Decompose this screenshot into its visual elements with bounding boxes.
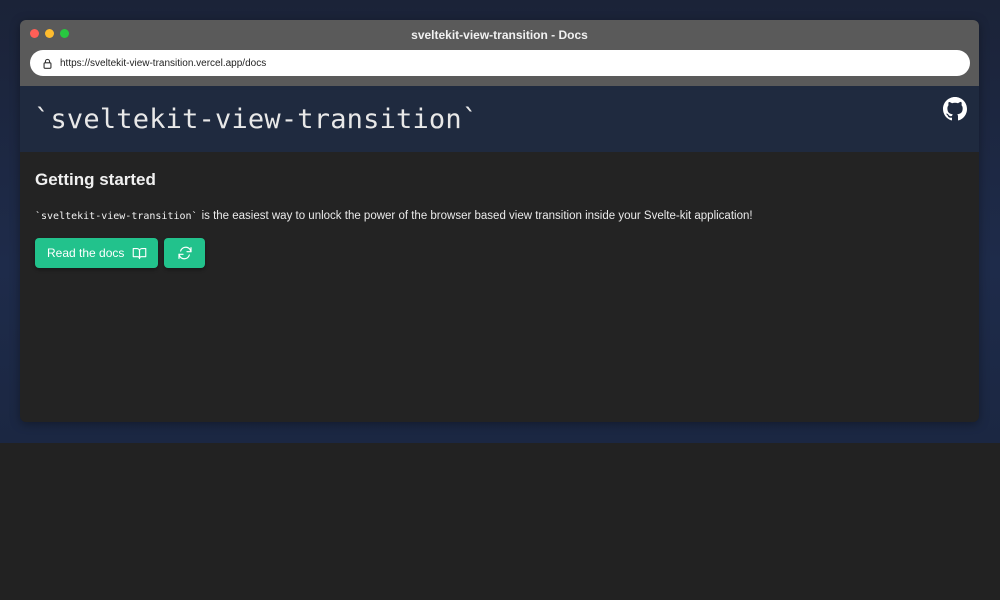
site-title: `sveltekit-view-transition`: [34, 103, 479, 135]
intro-paragraph: `sveltekit-view-transition` is the easies…: [35, 210, 964, 222]
address-bar[interactable]: https://sveltekit-view-transition.vercel…: [30, 50, 970, 76]
window-title: sveltekit-view-transition - Docs: [411, 28, 588, 42]
title-bar: sveltekit-view-transition - Docs https:/…: [20, 20, 979, 86]
main-content: Getting started `sveltekit-view-transiti…: [20, 152, 979, 284]
site-header: `sveltekit-view-transition`: [20, 86, 979, 152]
package-name-code: `sveltekit-view-transition`: [35, 211, 198, 222]
page-heading: Getting started: [35, 170, 156, 189]
refresh-icon: [177, 245, 193, 261]
intro-text: is the easiest way to unlock the power o…: [201, 210, 753, 222]
book-open-icon: [132, 246, 147, 261]
browser-window: sveltekit-view-transition - Docs https:/…: [20, 20, 979, 422]
url-text: https://sveltekit-view-transition.vercel…: [60, 57, 267, 69]
refresh-button[interactable]: [164, 238, 205, 268]
action-buttons: Read the docs: [35, 238, 964, 268]
read-the-docs-button[interactable]: Read the docs: [35, 238, 158, 268]
lock-icon: [42, 58, 53, 69]
read-the-docs-label: Read the docs: [47, 246, 125, 260]
github-icon[interactable]: [943, 97, 967, 121]
